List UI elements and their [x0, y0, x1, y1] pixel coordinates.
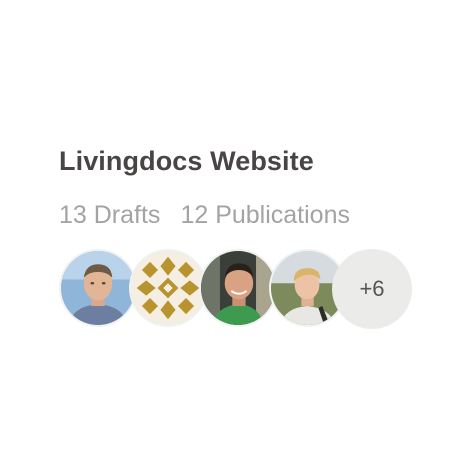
gold-pattern-logo-icon — [131, 251, 205, 325]
project-stats: 13 Drafts 12 Publications — [59, 198, 350, 232]
avatar[interactable] — [199, 249, 277, 327]
avatar[interactable] — [129, 249, 207, 327]
drafts-count: 13 Drafts — [59, 201, 161, 229]
publications-count: 12 Publications — [180, 201, 350, 229]
project-card[interactable]: Livingdocs Website 13 Drafts 12 Publicati… — [0, 0, 476, 476]
more-members-button[interactable]: +6 — [332, 249, 412, 329]
avatar[interactable] — [59, 249, 137, 327]
member-avatars: +6 — [59, 249, 419, 329]
project-title: Livingdocs Website — [59, 146, 314, 176]
person-photo-icon — [61, 251, 135, 325]
person-photo-icon — [201, 251, 275, 325]
